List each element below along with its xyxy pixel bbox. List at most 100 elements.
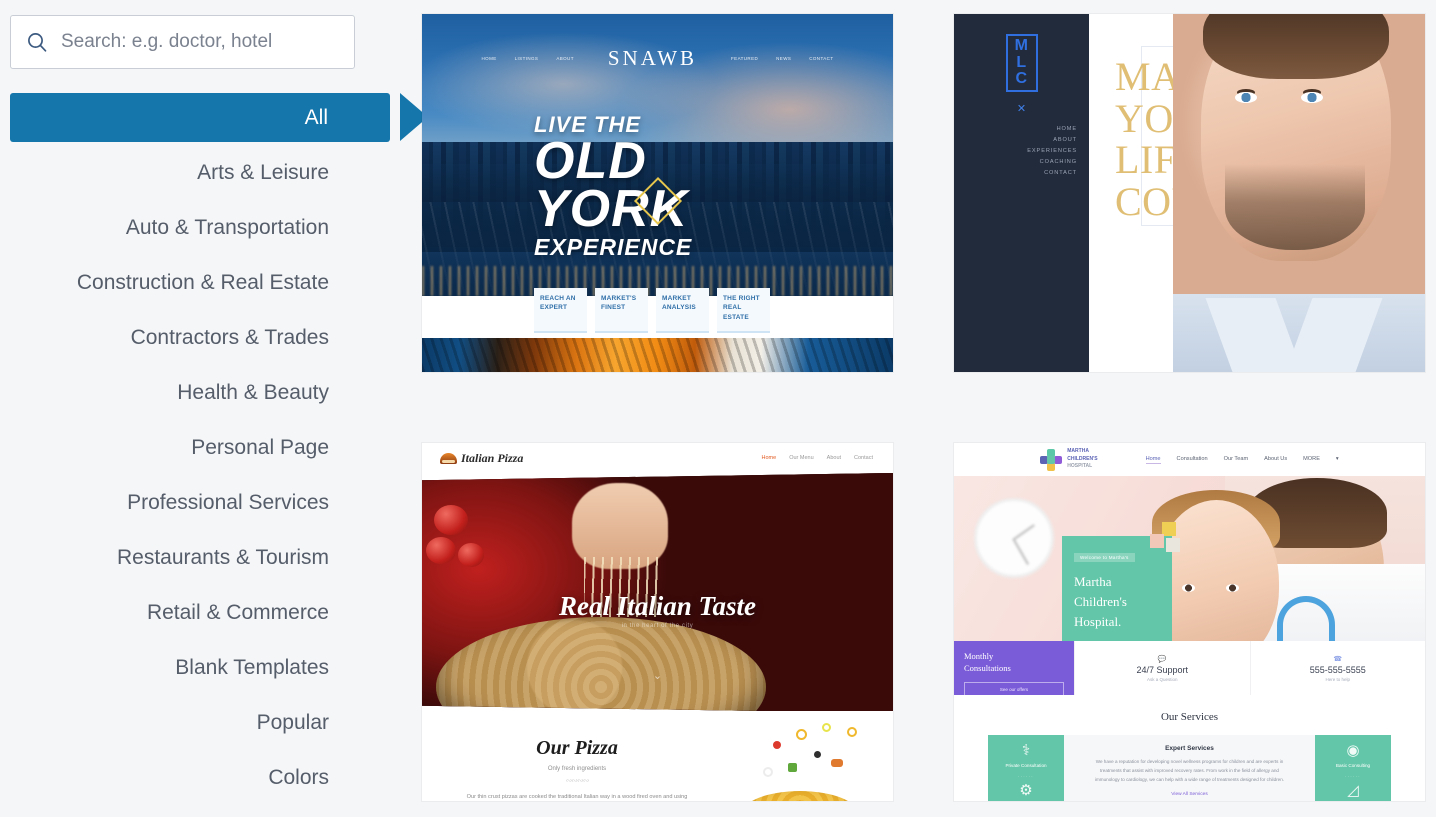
eye-left — [1235, 92, 1257, 103]
logo-line-1: MARTHA — [1067, 448, 1089, 455]
logo-letter-l: L — [1016, 53, 1027, 71]
card-title-line-1: Monthly — [964, 651, 994, 661]
section-subtitle: Only fresh ingredients — [547, 766, 607, 772]
sidebar-item-label: Popular — [256, 710, 329, 734]
sidebar-item-all[interactable]: All — [0, 90, 428, 145]
see-offers-button: See our offers — [964, 681, 1064, 697]
template-card-mlc-life-coaching[interactable]: M L C ✕ HOME ABOUT EXPERIENCES COACHING … — [954, 14, 1425, 372]
service-card-body: We have a reputation for developing nove… — [1094, 759, 1285, 782]
hero-title: Martha Children's Hospital. — [1074, 572, 1160, 632]
our-pizza-text: Our Pizza Only fresh ingredients ∾∾∾∾ Ou… — [462, 737, 692, 801]
sidebar-item-label: Arts & Leisure — [197, 160, 329, 184]
pizza-photo — [436, 617, 766, 713]
service-label: Private Consultation — [1005, 763, 1047, 769]
sidebar-item-popular[interactable]: Popular — [0, 695, 400, 750]
chevron-down-icon: ▾ — [1335, 455, 1339, 462]
pizza-logo-icon — [440, 452, 457, 464]
sunset-strip-graphic — [422, 338, 893, 372]
topping-graphic — [796, 729, 807, 740]
info-band: Monthly Consultations See our offers 💬 2… — [954, 641, 1425, 697]
eye-right — [1301, 92, 1323, 103]
search-box[interactable] — [10, 15, 355, 69]
sidebar-item-colors[interactable]: Colors — [0, 750, 400, 805]
support-card: 💬 24/7 Support Ask a Question — [1074, 641, 1250, 695]
tomato-graphic — [426, 537, 456, 564]
sidebar-item-label: Restaurants & Tourism — [116, 545, 329, 569]
nav-item-home: HOME — [481, 56, 497, 61]
sidebar-item-label: Auto & Transportation — [125, 215, 329, 239]
template-picker-page: All Arts & Leisure Auto & Transportation… — [0, 0, 1436, 817]
sidebar-item-contractors-trades[interactable]: Contractors & Trades — [0, 310, 400, 365]
nav-item-contact: Contact — [854, 455, 873, 461]
search-input[interactable] — [59, 16, 340, 68]
hero-badge: Welcome to Martha's — [1074, 553, 1135, 562]
template-nav: HOME LISTINGS ABOUT SNAWB FEATURED NEWS … — [422, 46, 893, 71]
section-title: Our Pizza — [536, 737, 618, 759]
template-nav: Home Our Menu About Contact — [762, 455, 873, 461]
hero-title-line-2: Children's — [1074, 594, 1127, 610]
template-card-snawb-real-estate[interactable]: HOME LISTINGS ABOUT SNAWB FEATURED NEWS … — [422, 14, 893, 372]
sidebar-item-auto-transportation[interactable]: Auto & Transportation — [0, 200, 400, 255]
logo-line-3: HOSPITAL — [1067, 463, 1093, 470]
capsule-icon: ◿ — [1347, 781, 1359, 799]
sidebar-item-arts-leisure[interactable]: Arts & Leisure — [0, 145, 400, 200]
template-logo: MARTHA CHILDREN'S HOSPITAL — [1040, 448, 1098, 471]
template-card-martha-childrens-hospital[interactable]: MARTHA CHILDREN'S HOSPITAL Home Consulta… — [954, 443, 1425, 801]
logo-text: MARTHA CHILDREN'S HOSPITAL — [1067, 448, 1097, 471]
sidebar-item-professional-services[interactable]: Professional Services — [0, 475, 400, 530]
phone-subtitle: Here to help — [1325, 676, 1350, 682]
service-detail-card: Expert Services We have a reputation for… — [1064, 735, 1315, 801]
nav-item-experiences: EXPERIENCES — [1027, 147, 1077, 154]
decor-square — [1166, 538, 1180, 552]
nav-item-news: NEWS — [776, 56, 792, 61]
nav-item-our-team: Our Team — [1223, 455, 1249, 462]
hero-content-box: Welcome to Martha's Martha Children's Ho… — [1062, 536, 1172, 656]
sidebar-item-retail-commerce[interactable]: Retail & Commerce — [0, 585, 400, 640]
support-subtitle: Ask a Question — [1146, 676, 1178, 682]
nav-item-contact: CONTACT — [1044, 169, 1077, 176]
sidebar-item-label: Retail & Commerce — [146, 600, 329, 624]
chevron-down-icon: ⌄ — [652, 670, 663, 682]
logo-line-2: CHILDREN'S — [1067, 455, 1098, 462]
hero-title-line-1: Martha — [1074, 574, 1112, 589]
category-sidebar: All Arts & Leisure Auto & Transportation… — [0, 0, 428, 817]
template-grid: HOME LISTINGS ABOUT SNAWB FEATURED NEWS … — [400, 0, 1436, 817]
sidebar-item-label: All — [304, 105, 328, 129]
nav-item-coaching: COACHING — [1039, 158, 1077, 165]
sidebar-item-label: Personal Page — [191, 435, 329, 459]
dotted-divider: ...... — [1345, 772, 1361, 778]
service-tile-left: ⚕ Private Consultation ...... ⚙ — [988, 735, 1064, 801]
topping-graphic — [831, 759, 843, 767]
nav-item-home: Home — [761, 455, 777, 461]
nav-item-listings: LISTINGS — [514, 56, 539, 61]
sidebar-item-personal-page[interactable]: Personal Page — [0, 420, 400, 475]
card-title: Monthly Consultations — [964, 650, 1064, 675]
template-nav: Home Consultation Our Team About Us MORE… — [1145, 455, 1339, 464]
service-tile-right: ◉ Basic Consulting ...... ◿ — [1315, 735, 1391, 801]
nav-item-about: ABOUT — [1053, 136, 1077, 143]
template-header: MARTHA CHILDREN'S HOSPITAL Home Consulta… — [954, 443, 1425, 476]
medical-cross-icon — [1040, 448, 1063, 471]
feature-card-row: REACH AN EXPERT MARKET'S FINEST MARKET A… — [534, 288, 770, 333]
sidebar-item-restaurants-tourism[interactable]: Restaurants & Tourism — [0, 530, 400, 585]
phone-card: ☎ 555-555-5555 Here to help — [1249, 641, 1425, 695]
template-card-italian-pizza[interactable]: Italian Pizza Home Our Menu About Contac… — [422, 443, 893, 801]
nav-item-home: HOME — [1056, 126, 1077, 132]
hair-shape — [1203, 14, 1389, 79]
sidebar-item-label: Health & Beauty — [177, 380, 329, 404]
sidebar-item-construction-real-estate[interactable]: Construction & Real Estate — [0, 255, 400, 310]
our-pizza-section: Our Pizza Only fresh ingredients ∾∾∾∾ Ou… — [422, 711, 893, 801]
tomato-graphic — [434, 505, 468, 535]
nav-item-consultation: Consultation — [1176, 455, 1208, 462]
section-body: Our thin crust pizzas are cooked the tra… — [466, 794, 688, 800]
template-sidebar: M L C ✕ HOME ABOUT EXPERIENCES COACHING … — [954, 14, 1089, 372]
template-header: Italian Pizza Home Our Menu About Contac… — [422, 443, 893, 473]
nav-item-about-us: About Us — [1264, 455, 1288, 462]
hero-title-line-3: Hospital. — [1074, 614, 1122, 630]
sidebar-item-health-beauty[interactable]: Health & Beauty — [0, 365, 400, 420]
support-title: 24/7 Support — [1136, 664, 1189, 675]
template-hero: MAKE YOUR LIFE COUNT ⌄ — [1089, 14, 1425, 372]
phone-title: 555-555-5555 — [1309, 664, 1366, 675]
template-brand: SNAWB — [607, 46, 698, 70]
sidebar-item-blank-templates[interactable]: Blank Templates — [0, 640, 400, 695]
